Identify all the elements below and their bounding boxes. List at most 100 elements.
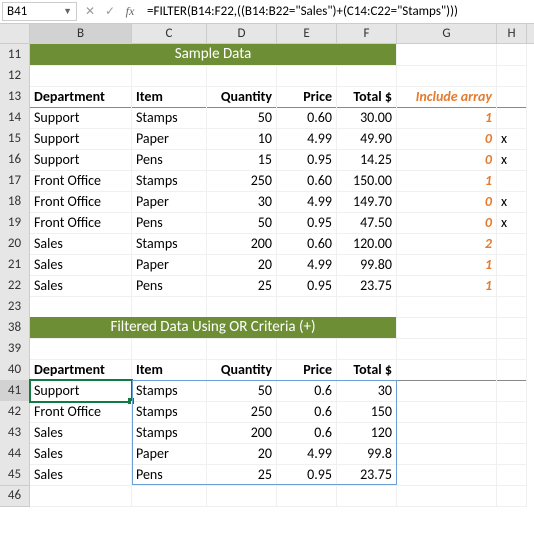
row-header[interactable]: 23 <box>0 296 30 318</box>
cell-total[interactable]: 23.75 <box>337 464 397 486</box>
section-title[interactable]: Filtered Data Using OR Criteria (+) <box>30 317 397 339</box>
cell-total[interactable]: 23.75 <box>337 275 397 297</box>
row-header[interactable]: 46 <box>0 485 30 507</box>
cell-dept[interactable]: Sales <box>30 233 132 255</box>
cell-qty[interactable]: 25 <box>207 275 277 297</box>
cell-total[interactable]: 150.00 <box>337 170 397 192</box>
cell-item[interactable]: Paper <box>132 191 207 213</box>
cell-total[interactable]: 99.80 <box>337 254 397 276</box>
cell-x[interactable] <box>497 254 527 276</box>
cell-x[interactable]: x <box>497 149 527 171</box>
cell-qty[interactable]: 200 <box>207 422 277 444</box>
col-price[interactable]: Price <box>277 86 337 108</box>
cell-total[interactable]: 120 <box>337 422 397 444</box>
cell-dept[interactable]: Sales <box>30 275 132 297</box>
cell-item[interactable]: Pens <box>132 275 207 297</box>
cell-dept[interactable]: Support <box>30 380 132 402</box>
name-box-dropdown-icon[interactable]: ▼ <box>63 6 72 17</box>
row-header[interactable]: 20 <box>0 233 30 255</box>
cell-item[interactable]: Stamps <box>132 422 207 444</box>
cell-dept[interactable]: Front Office <box>30 401 132 423</box>
col-header-h[interactable]: H <box>497 24 527 44</box>
row-header[interactable]: 22 <box>0 275 30 297</box>
row-header[interactable]: 44 <box>0 443 30 465</box>
cell-qty[interactable]: 250 <box>207 170 277 192</box>
cell-total[interactable]: 49.90 <box>337 128 397 150</box>
cell-item[interactable]: Stamps <box>132 401 207 423</box>
formula-input[interactable]: =FILTER(B14:F22,((B14:B22="Sales")+(C14:… <box>143 3 532 20</box>
cell-qty[interactable]: 50 <box>207 212 277 234</box>
row-header[interactable]: 19 <box>0 212 30 234</box>
cell-item[interactable]: Paper <box>132 128 207 150</box>
row-header[interactable]: 43 <box>0 422 30 444</box>
cell-include[interactable]: 0 <box>397 191 497 213</box>
cell-qty[interactable]: 25 <box>207 464 277 486</box>
cell-price[interactable]: 0.95 <box>277 464 337 486</box>
enter-icon[interactable]: ✓ <box>103 4 117 19</box>
cell-price[interactable]: 4.99 <box>277 254 337 276</box>
cell-dept[interactable]: Front Office <box>30 212 132 234</box>
cell-total[interactable]: 30.00 <box>337 107 397 129</box>
row-header[interactable]: 18 <box>0 191 30 213</box>
fx-icon[interactable]: fx <box>123 4 137 19</box>
cell-price[interactable]: 0.95 <box>277 275 337 297</box>
cell-dept[interactable]: Sales <box>30 422 132 444</box>
cell-dept[interactable]: Support <box>30 107 132 129</box>
cell-include[interactable]: 1 <box>397 107 497 129</box>
cell-x[interactable]: x <box>497 212 527 234</box>
cell-total[interactable]: 149.70 <box>337 191 397 213</box>
row-header[interactable]: 12 <box>0 65 30 87</box>
cell-dept[interactable]: Front Office <box>30 191 132 213</box>
col-price[interactable]: Price <box>277 359 337 381</box>
cell-price[interactable]: 0.6 <box>277 422 337 444</box>
row-header[interactable]: 45 <box>0 464 30 486</box>
col-dept[interactable]: Department <box>30 359 132 381</box>
cell-x[interactable]: x <box>497 128 527 150</box>
cell-qty[interactable]: 250 <box>207 401 277 423</box>
cell-include[interactable]: 1 <box>397 275 497 297</box>
cell-price[interactable]: 0.60 <box>277 233 337 255</box>
cell-qty[interactable]: 30 <box>207 191 277 213</box>
name-box[interactable]: B41 ▼ <box>2 2 77 21</box>
cell-total[interactable]: 47.50 <box>337 212 397 234</box>
section-title[interactable]: Sample Data <box>30 44 397 66</box>
cell-price[interactable]: 0.6 <box>277 401 337 423</box>
cell-include[interactable]: 1 <box>397 254 497 276</box>
cell-qty[interactable]: 50 <box>207 107 277 129</box>
cell-price[interactable]: 0.95 <box>277 149 337 171</box>
col-header-e[interactable]: E <box>277 24 337 44</box>
cell-dept[interactable]: Front Office <box>30 170 132 192</box>
row-header[interactable]: 39 <box>0 338 30 360</box>
cell-include[interactable]: 0 <box>397 212 497 234</box>
col-include[interactable]: Include array <box>397 86 497 108</box>
cell-qty[interactable]: 15 <box>207 149 277 171</box>
col-total[interactable]: Total $ <box>337 86 397 108</box>
row-header[interactable]: 11 <box>0 44 30 66</box>
cell-x[interactable] <box>497 107 527 129</box>
select-all-corner[interactable] <box>0 24 30 44</box>
row-header[interactable]: 16 <box>0 149 30 171</box>
cell-price[interactable]: 0.60 <box>277 107 337 129</box>
cell-include[interactable]: 1 <box>397 170 497 192</box>
col-qty[interactable]: Quantity <box>207 86 277 108</box>
col-header-c[interactable]: C <box>132 24 207 44</box>
col-header-d[interactable]: D <box>207 24 277 44</box>
col-header-b[interactable]: B <box>30 24 132 44</box>
cell-qty[interactable]: 200 <box>207 233 277 255</box>
cell-total[interactable]: 150 <box>337 401 397 423</box>
col-total[interactable]: Total $ <box>337 359 397 381</box>
cell-item[interactable]: Stamps <box>132 107 207 129</box>
cell-total[interactable]: 120.00 <box>337 233 397 255</box>
cell-price[interactable]: 0.60 <box>277 170 337 192</box>
col-item[interactable]: Item <box>132 86 207 108</box>
cell-total[interactable]: 99.8 <box>337 443 397 465</box>
row-header[interactable]: 17 <box>0 170 30 192</box>
cell-item[interactable]: Pens <box>132 149 207 171</box>
cell-item[interactable]: Pens <box>132 212 207 234</box>
cell-price[interactable]: 4.99 <box>277 128 337 150</box>
cell-qty[interactable]: 10 <box>207 128 277 150</box>
col-header-g[interactable]: G <box>397 24 497 44</box>
cell-price[interactable]: 4.99 <box>277 443 337 465</box>
cell-dept[interactable]: Sales <box>30 254 132 276</box>
cell-total[interactable]: 14.25 <box>337 149 397 171</box>
